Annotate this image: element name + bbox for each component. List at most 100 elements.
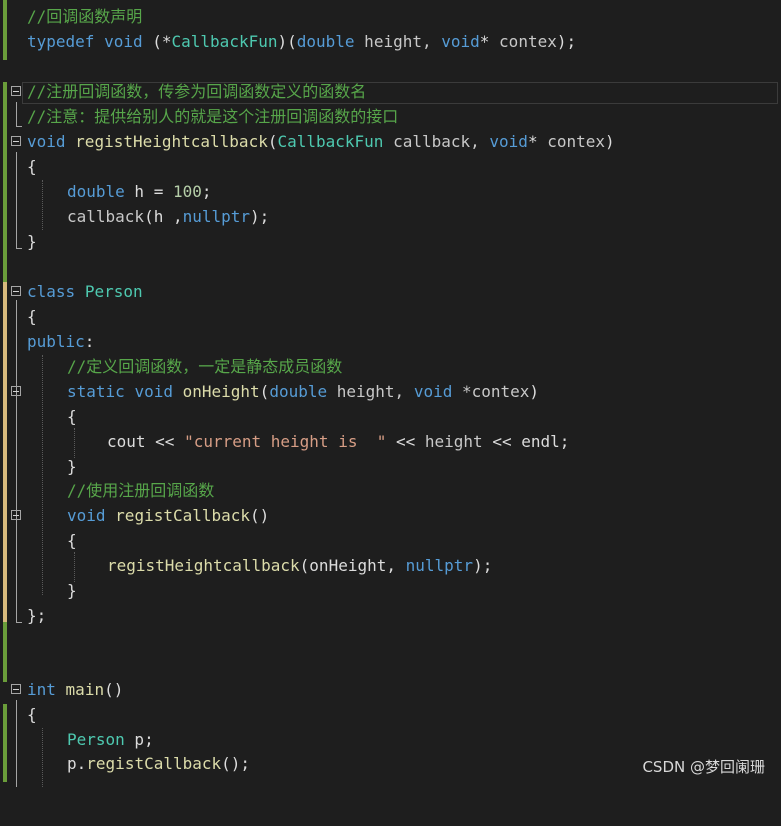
- type-name: Person: [84, 282, 143, 301]
- comment: //注册回调函数，传参为回调函数定义的函数名: [27, 82, 367, 101]
- code-line-1[interactable]: //回调函数声明: [0, 5, 781, 30]
- code-line-12[interactable]: class Person: [0, 280, 781, 305]
- function-name: main: [65, 680, 105, 699]
- brace: }: [67, 581, 77, 600]
- punctuation: );: [250, 207, 270, 226]
- punctuation: (: [299, 556, 310, 575]
- code-line-4[interactable]: //注册回调函数，传参为回调函数定义的函数名: [0, 80, 781, 105]
- keyword-int: int: [27, 680, 56, 699]
- operator: <<: [145, 432, 185, 451]
- punctuation: (: [259, 382, 270, 401]
- number-literal: 100: [172, 182, 202, 201]
- brace: };: [27, 606, 47, 625]
- code-line-20[interactable]: //使用注册回调函数: [0, 479, 781, 504]
- keyword-void: void: [413, 382, 453, 401]
- punctuation: ;: [144, 730, 154, 749]
- function-call: registHeightcallback: [107, 556, 300, 575]
- code-line-6[interactable]: void registHeightcallback(CallbackFun ca…: [0, 130, 781, 155]
- code-line-17[interactable]: {: [0, 405, 781, 430]
- code-line-22[interactable]: {: [0, 529, 781, 554]
- fold-toggle-icon[interactable]: [11, 386, 21, 396]
- keyword-nullptr: nullptr: [405, 556, 474, 575]
- punctuation: ): [605, 132, 615, 151]
- punctuation: ,: [163, 207, 183, 226]
- variable: p: [124, 730, 145, 749]
- code-line-7[interactable]: {: [0, 155, 781, 180]
- punctuation: );: [473, 556, 493, 575]
- keyword-static: static: [67, 382, 125, 401]
- function-name: registCallback: [115, 506, 251, 525]
- punctuation: (: [144, 207, 154, 226]
- parameter: height,: [327, 382, 414, 401]
- type-name: Person: [67, 730, 125, 749]
- code-line-29[interactable]: {: [0, 703, 781, 728]
- fold-toggle-icon[interactable]: [11, 86, 21, 96]
- punctuation: :: [84, 332, 95, 351]
- code-line-15[interactable]: //定义回调函数，一定是静态成员函数: [0, 355, 781, 380]
- keyword-void: void: [67, 506, 106, 525]
- parameter: contex: [499, 32, 557, 51]
- punctuation: .: [76, 754, 87, 773]
- function-call: endl: [521, 432, 560, 451]
- keyword-public: public: [27, 332, 85, 351]
- keyword-void: void: [489, 132, 528, 151]
- function-call: callback: [67, 207, 145, 226]
- code-line-23[interactable]: registHeightcallback(onHeight, nullptr);: [0, 554, 781, 579]
- code-line-9[interactable]: callback(h ,nullptr);: [0, 205, 781, 230]
- punctuation: ;: [201, 182, 212, 201]
- variable: h: [153, 207, 164, 226]
- comment: //回调函数声明: [27, 7, 143, 26]
- fold-toggle-icon[interactable]: [11, 136, 21, 146]
- keyword-class: class: [27, 282, 76, 301]
- argument: onHeight: [309, 556, 387, 575]
- code-line-14[interactable]: public:: [0, 330, 781, 355]
- punctuation: (): [250, 506, 270, 525]
- fold-toggle-icon[interactable]: [11, 684, 21, 694]
- brace: {: [67, 531, 77, 550]
- code-editor[interactable]: //回调函数声明 typedef void (*CallbackFun)(dou…: [0, 0, 781, 787]
- operator: <<: [482, 432, 522, 451]
- code-line-2[interactable]: typedef void (*CallbackFun)(double heigh…: [0, 30, 781, 55]
- code-line-28[interactable]: int main(): [0, 678, 781, 703]
- brace: {: [67, 407, 77, 426]
- code-line-5[interactable]: //注意：提供给别人的就是这个注册回调函数的接口: [0, 105, 781, 130]
- code-line-18[interactable]: cout << "current height is " << height <…: [0, 430, 781, 455]
- comment: //使用注册回调函数: [67, 481, 215, 500]
- brace: {: [27, 307, 37, 326]
- keyword-void: void: [27, 132, 66, 151]
- code-line-21[interactable]: void registCallback(): [0, 504, 781, 529]
- parameter: contex: [547, 132, 605, 151]
- parameter: *contex: [452, 382, 530, 401]
- punctuation: );: [556, 32, 577, 51]
- punctuation: ): [529, 382, 540, 401]
- code-line-16[interactable]: static void onHeight(double height, void…: [0, 380, 781, 405]
- keyword-double: double: [67, 182, 125, 201]
- variable: h =: [124, 182, 173, 201]
- fold-toggle-icon[interactable]: [11, 286, 21, 296]
- comment: //定义回调函数，一定是静态成员函数: [67, 357, 343, 376]
- keyword-void: void: [104, 32, 143, 51]
- keyword-double: double: [296, 32, 355, 51]
- keyword-double: double: [269, 382, 328, 401]
- code-line-10[interactable]: }: [0, 230, 781, 255]
- type-name: CallbackFun: [277, 132, 384, 151]
- punctuation: )(: [277, 32, 297, 51]
- brace: }: [27, 232, 37, 251]
- string-literal: "current height is ": [184, 432, 387, 451]
- function-call: registCallback: [86, 754, 222, 773]
- code-line-25[interactable]: };: [0, 604, 781, 629]
- code-line-24[interactable]: }: [0, 579, 781, 604]
- fold-toggle-icon[interactable]: [11, 510, 21, 520]
- brace: }: [67, 457, 77, 476]
- parameter: height: [424, 432, 483, 451]
- code-line-13[interactable]: {: [0, 305, 781, 330]
- brace: {: [27, 705, 37, 724]
- function-name: onHeight: [182, 382, 260, 401]
- code-line-30[interactable]: Person p;: [0, 728, 781, 753]
- code-line-8[interactable]: double h = 100;: [0, 180, 781, 205]
- code-line-19[interactable]: }: [0, 455, 781, 480]
